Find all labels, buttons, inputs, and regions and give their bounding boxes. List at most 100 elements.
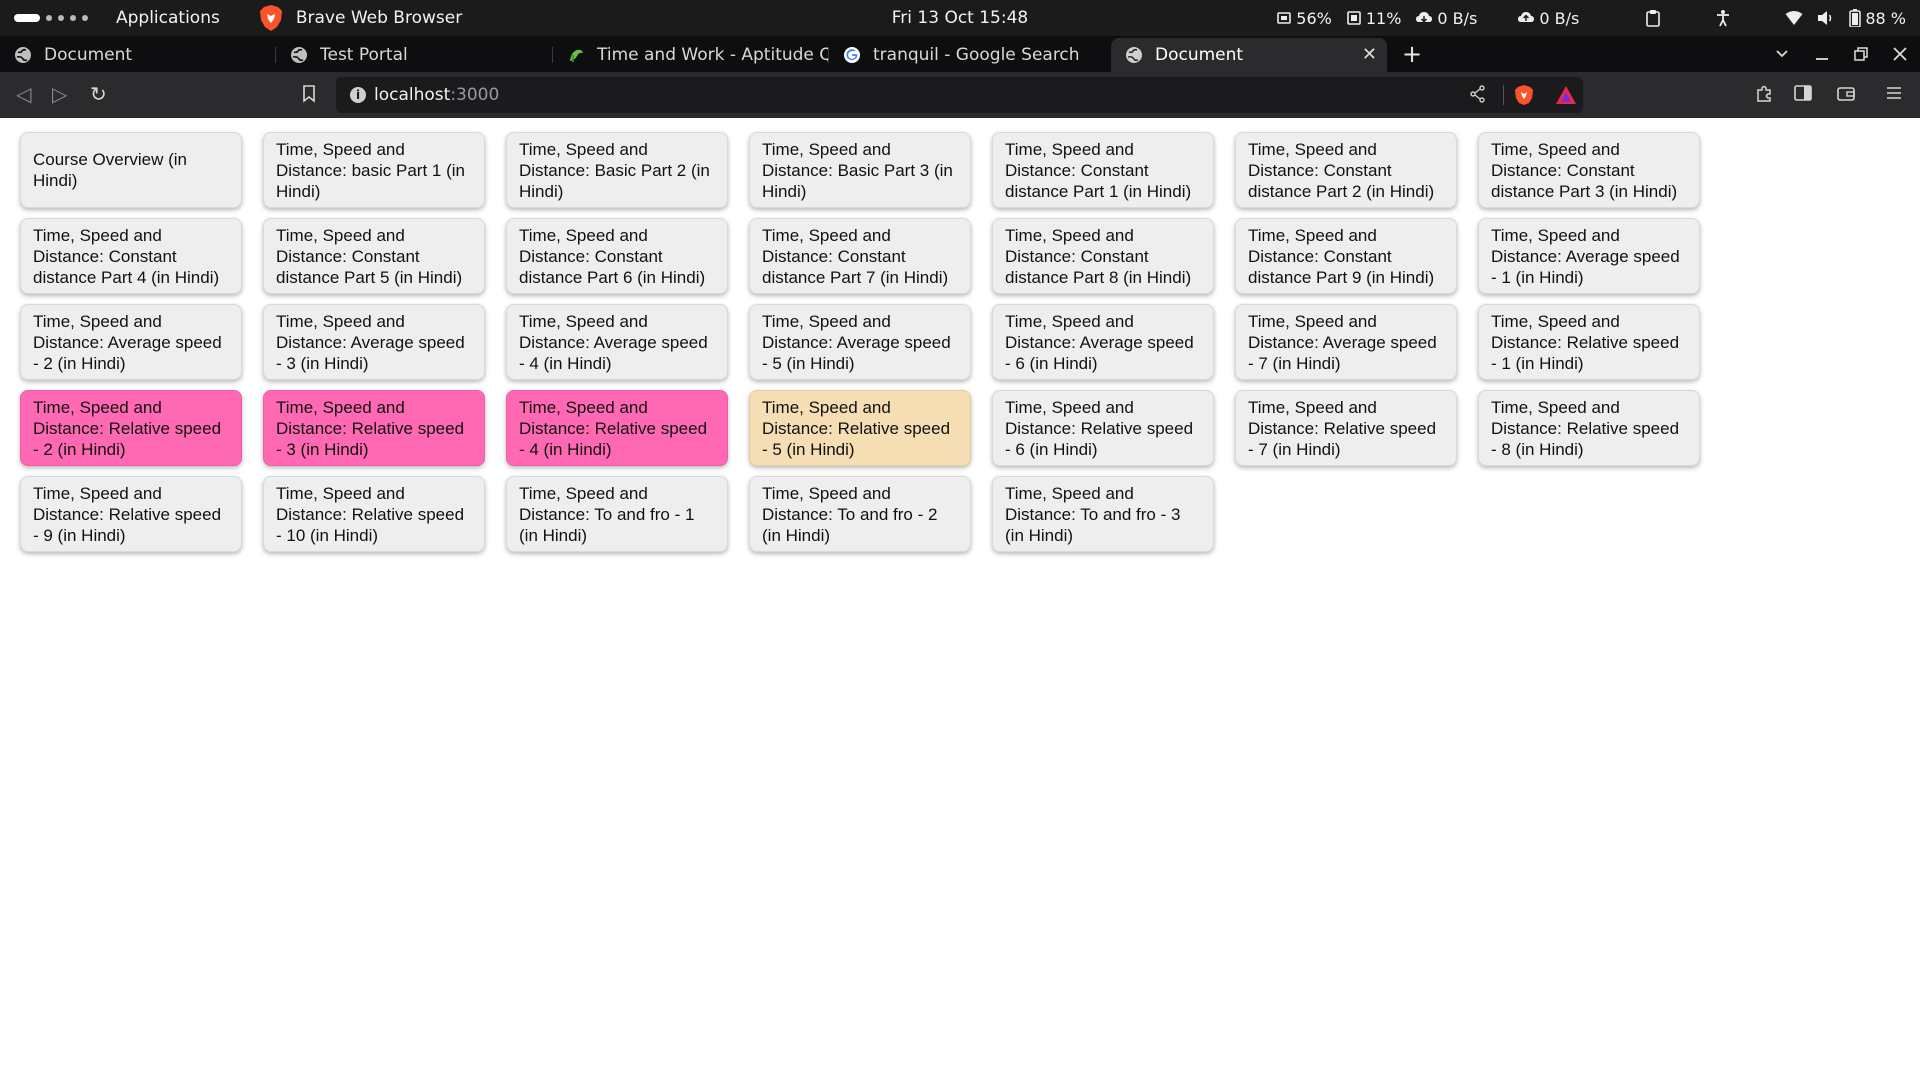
tab-title: Time and Work - Aptitude Questions and A…	[597, 45, 829, 65]
globe-icon	[1126, 47, 1142, 63]
lecture-card[interactable]: Time, Speed and Distance: To and fro - 3…	[992, 476, 1214, 552]
lecture-title: Time, Speed and Distance: Constant dista…	[762, 225, 949, 287]
net-up-value: 0 B/s	[1539, 8, 1580, 28]
wallet-icon[interactable]	[1837, 86, 1855, 102]
tab-title: Test Portal	[320, 45, 408, 65]
restore-window-icon[interactable]	[1854, 36, 1868, 72]
lecture-card[interactable]: Time, Speed and Distance: Constant dista…	[1235, 218, 1457, 294]
address-bar[interactable]: i localhost:3000	[336, 77, 1583, 113]
clipboard-icon[interactable]	[1645, 9, 1661, 27]
tab-google-search[interactable]: tranquil - Google Search	[829, 38, 1106, 72]
extensions-icon[interactable]	[1755, 84, 1773, 102]
url-text[interactable]: localhost:3000	[374, 85, 499, 105]
lecture-card[interactable]: Time, Speed and Distance: Constant dista…	[263, 218, 485, 294]
lecture-title: Time, Speed and Distance: Basic Part 2 (…	[519, 139, 710, 201]
bookmark-icon[interactable]	[302, 85, 316, 103]
cpu-icon	[1277, 12, 1292, 24]
lecture-card[interactable]: Time, Speed and Distance: Relative speed…	[1235, 390, 1457, 466]
lecture-card[interactable]: Time, Speed and Distance: Basic Part 3 (…	[749, 132, 971, 208]
lecture-card[interactable]: Time, Speed and Distance: Constant dista…	[992, 218, 1214, 294]
lecture-title: Time, Speed and Distance: Average speed …	[1248, 311, 1437, 373]
lecture-card[interactable]: Time, Speed and Distance: Relative speed…	[506, 390, 728, 466]
close-window-icon[interactable]	[1893, 36, 1907, 72]
memory-indicator[interactable]: 11%	[1346, 9, 1401, 28]
reload-icon[interactable]: ↻	[90, 83, 107, 105]
net-down-value: 0 B/s	[1437, 8, 1478, 28]
lecture-title: Time, Speed and Distance: Relative speed…	[1491, 397, 1680, 459]
memory-icon	[1347, 11, 1361, 25]
lecture-card[interactable]: Time, Speed and Distance: Constant dista…	[20, 218, 242, 294]
tab-title: tranquil - Google Search	[873, 45, 1080, 65]
cloud-upload-icon	[1518, 12, 1535, 22]
lecture-card[interactable]: Time, Speed and Distance: Relative speed…	[263, 390, 485, 466]
lecture-card[interactable]: Time, Speed and Distance: Average speed …	[749, 304, 971, 380]
lecture-card[interactable]: Course Overview (in Hindi)	[20, 132, 242, 208]
lecture-title: Time, Speed and Distance: Constant dista…	[1005, 225, 1192, 287]
new-tab-button[interactable]: +	[1402, 40, 1422, 68]
forward-icon[interactable]: ▷	[52, 83, 67, 105]
lecture-card[interactable]: Time, Speed and Distance: Constant dista…	[1235, 132, 1457, 208]
lecture-title: Time, Speed and Distance: Average speed …	[276, 311, 465, 373]
tab-document-1[interactable]: Document	[0, 38, 276, 72]
lecture-card[interactable]: Time, Speed and Distance: Constant dista…	[749, 218, 971, 294]
sidebar-toggle-icon[interactable]	[1794, 85, 1812, 101]
globe-icon	[291, 47, 307, 63]
tab-title: Document	[44, 45, 133, 65]
lecture-card[interactable]: Time, Speed and Distance: Average speed …	[1478, 218, 1700, 294]
lecture-card[interactable]: Time, Speed and Distance: Relative speed…	[992, 390, 1214, 466]
share-icon[interactable]	[1470, 85, 1486, 103]
clock[interactable]: Fri 13 Oct 15:48	[892, 8, 1028, 28]
lecture-card[interactable]: Time, Speed and Distance: Constant dista…	[506, 218, 728, 294]
lecture-card[interactable]: Time, Speed and Distance: Relative speed…	[1478, 304, 1700, 380]
site-info-icon[interactable]: i	[350, 87, 366, 103]
lecture-card[interactable]: Time, Speed and Distance: Relative speed…	[1478, 390, 1700, 466]
tab-test-portal[interactable]: Test Portal	[276, 38, 553, 72]
tab-document-active[interactable]: Document ✕	[1111, 38, 1387, 72]
lecture-title: Time, Speed and Distance: Relative speed…	[1248, 397, 1437, 459]
lecture-title: Time, Speed and Distance: Constant dista…	[1005, 139, 1192, 201]
lecture-card[interactable]: Time, Speed and Distance: To and fro - 2…	[749, 476, 971, 552]
workspace-indicator[interactable]	[14, 14, 88, 22]
lecture-card[interactable]: Time, Speed and Distance: To and fro - 1…	[506, 476, 728, 552]
lecture-title: Time, Speed and Distance: To and fro - 2…	[762, 483, 938, 545]
net-up-indicator[interactable]: 0 B/s	[1517, 9, 1579, 28]
lecture-card[interactable]: Time, Speed and Distance: Average speed …	[1235, 304, 1457, 380]
volume-icon[interactable]	[1817, 10, 1835, 26]
accessibility-icon[interactable]	[1715, 9, 1731, 27]
minimize-window-icon[interactable]	[1815, 36, 1829, 72]
globe-icon	[15, 47, 31, 63]
lecture-title: Time, Speed and Distance: basic Part 1 (…	[276, 139, 465, 201]
cpu-indicator[interactable]: 56%	[1276, 9, 1332, 28]
lecture-card[interactable]: Time, Speed and Distance: Relative speed…	[749, 390, 971, 466]
close-tab-icon[interactable]: ✕	[1362, 44, 1377, 65]
lecture-card[interactable]: Time, Speed and Distance: Average speed …	[20, 304, 242, 380]
brave-rewards-icon[interactable]	[1555, 85, 1577, 105]
brave-shields-icon[interactable]	[1514, 84, 1534, 106]
lecture-title: Time, Speed and Distance: Average speed …	[1491, 225, 1680, 287]
lecture-card[interactable]: Time, Speed and Distance: basic Part 1 (…	[263, 132, 485, 208]
tab-search-chevron-icon[interactable]	[1775, 36, 1789, 72]
lecture-card[interactable]: Time, Speed and Distance: Relative speed…	[20, 476, 242, 552]
back-icon[interactable]: ◁	[16, 83, 31, 105]
tab-strip: Document Test Portal Time and Work - Apt…	[0, 36, 1920, 72]
lecture-title: Time, Speed and Distance: Relative speed…	[1491, 311, 1680, 373]
tab-title: Document	[1155, 45, 1244, 65]
lecture-card[interactable]: Time, Speed and Distance: Average speed …	[263, 304, 485, 380]
lecture-card[interactable]: Time, Speed and Distance: Average speed …	[506, 304, 728, 380]
battery-indicator[interactable]: 88 %	[1849, 9, 1906, 28]
lecture-card[interactable]: Time, Speed and Distance: Basic Part 2 (…	[506, 132, 728, 208]
net-down-indicator[interactable]: 0 B/s	[1415, 9, 1477, 28]
lecture-title: Time, Speed and Distance: To and fro - 3…	[1005, 483, 1181, 545]
menu-icon[interactable]	[1886, 86, 1902, 100]
lecture-card[interactable]: Time, Speed and Distance: Relative speed…	[263, 476, 485, 552]
lecture-card[interactable]: Time, Speed and Distance: Constant dista…	[1478, 132, 1700, 208]
lecture-title: Time, Speed and Distance: Relative speed…	[519, 397, 708, 459]
lecture-title: Course Overview (in Hindi)	[33, 150, 187, 190]
lecture-card[interactable]: Time, Speed and Distance: Average speed …	[992, 304, 1214, 380]
lecture-card[interactable]: Time, Speed and Distance: Relative speed…	[20, 390, 242, 466]
lecture-card[interactable]: Time, Speed and Distance: Constant dista…	[992, 132, 1214, 208]
wifi-icon[interactable]	[1785, 10, 1803, 26]
applications-menu[interactable]: Applications	[116, 8, 220, 28]
active-app-name[interactable]: Brave Web Browser	[296, 8, 462, 28]
tab-time-and-work[interactable]: Time and Work - Aptitude Questions and A…	[553, 38, 829, 72]
